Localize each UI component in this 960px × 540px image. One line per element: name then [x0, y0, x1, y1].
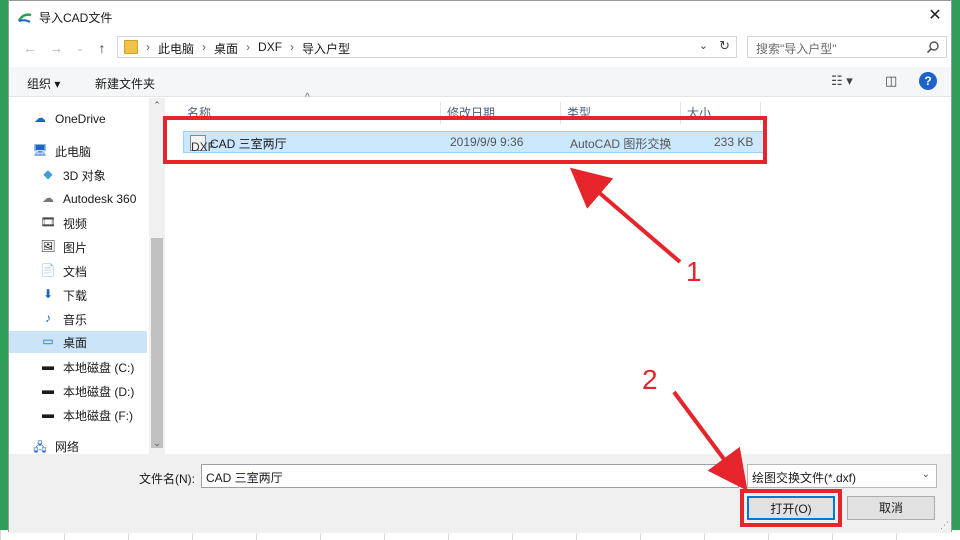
address-bar[interactable]: › 此电脑 › 桌面 › DXF › 导入户型 ⌄ ↻	[117, 36, 737, 58]
view-options-icon[interactable]: ☷ ▾	[831, 73, 853, 89]
chevron-down-icon[interactable]: ⌄	[922, 469, 930, 480]
sidebar-item-label: 图片	[63, 240, 88, 255]
sidebar-item-label: 下载	[63, 288, 88, 303]
breadcrumb-separator-icon: ›	[202, 40, 207, 54]
background-sheet-left	[0, 0, 8, 540]
cloud-icon: ☁	[34, 111, 46, 125]
annotation-box-open	[740, 489, 842, 527]
forward-arrow-icon[interactable]: →	[47, 39, 65, 57]
breadcrumb-separator-icon: ›	[290, 40, 295, 54]
annotation-box-file	[163, 116, 767, 164]
chevron-down-icon[interactable]: ⌄	[726, 469, 734, 480]
breadcrumb-item[interactable]: 桌面	[208, 40, 244, 57]
cloud-drive-icon: ☁	[42, 191, 54, 205]
sidebar-item-label: 音乐	[63, 312, 88, 327]
new-folder-button[interactable]: 新建文件夹	[95, 75, 155, 92]
recent-chevron-icon[interactable]: ⌄	[71, 39, 89, 57]
scroll-up-icon[interactable]: ⌃	[151, 100, 163, 114]
command-toolbar: 组织 ▾ 新建文件夹 ☷ ▾ ◫ ?	[9, 67, 951, 97]
back-arrow-icon[interactable]: ←	[21, 39, 39, 57]
address-dropdown-icon[interactable]: ⌄	[699, 39, 708, 52]
drive-icon: ▬	[42, 407, 54, 421]
sidebar-item-label: 文档	[63, 264, 88, 279]
sidebar-item-label: 3D 对象	[63, 168, 106, 183]
drive-icon: ▬	[42, 359, 54, 373]
annotation-number-1: 1	[686, 256, 702, 287]
search-placeholder: 搜索"导入户型"	[756, 42, 837, 56]
refresh-icon[interactable]: ↻	[719, 38, 730, 54]
desktop-icon: ▭	[42, 334, 54, 348]
breadcrumb-item[interactable]: 此电脑	[152, 40, 200, 57]
cancel-button[interactable]: 取消	[847, 496, 935, 520]
breadcrumb-item[interactable]: 导入户型	[296, 40, 356, 57]
music-icon: ♪	[45, 311, 51, 325]
breadcrumb-separator-icon: ›	[146, 40, 150, 54]
filename-field[interactable]: CAD 三室两厅 ⌄	[201, 464, 739, 488]
sidebar-item-label: 本地磁盘 (F:)	[63, 408, 133, 423]
sidebar-item-desktop[interactable]: ▭ 桌面	[9, 331, 147, 353]
resize-grip-icon[interactable]: ⋰	[940, 520, 949, 531]
filetype-value: 绘图交换文件(*.dxf)	[752, 471, 857, 485]
up-arrow-icon[interactable]: ↑	[93, 39, 111, 57]
download-icon: ⬇	[42, 287, 54, 301]
title-bar: 导入CAD文件 ✕	[9, 1, 951, 33]
address-row: ← → ⌄ ↑ › 此电脑 › 桌面 › DXF › 导入户型 ⌄ ↻ 搜索"导…	[9, 35, 951, 61]
video-icon: 🎞	[40, 215, 56, 229]
scroll-thumb[interactable]	[151, 238, 163, 448]
sidebar-item-label: 本地磁盘 (C:)	[63, 360, 135, 375]
picture-icon: 🖼	[40, 239, 56, 253]
scroll-down-icon[interactable]: ⌄	[151, 438, 163, 452]
filename-value: CAD 三室两厅	[206, 471, 283, 485]
annotation-number-2: 2	[642, 364, 658, 395]
sidebar-item-label: Autodesk 360	[63, 192, 137, 206]
background-sheet-right	[952, 0, 960, 540]
import-cad-dialog: 导入CAD文件 ✕ ← → ⌄ ↑ › 此电脑 › 桌面 › DXF › 导入户…	[8, 0, 952, 533]
breadcrumb: › 此电脑 › 桌面 › DXF › 导入户型	[144, 40, 356, 57]
network-icon: 🖧	[33, 440, 47, 454]
close-button[interactable]: ✕	[919, 1, 951, 31]
filetype-select[interactable]: 绘图交换文件(*.dxf) ⌄	[747, 464, 937, 488]
preview-pane-icon[interactable]: ◫	[885, 73, 897, 89]
sidebar-item-label: 网络	[55, 439, 80, 454]
sidebar-item-label: 视频	[63, 216, 88, 231]
folder-icon	[124, 40, 138, 54]
window-title: 导入CAD文件	[39, 11, 113, 25]
search-icon	[926, 41, 939, 54]
help-icon[interactable]: ?	[919, 72, 937, 90]
document-icon: 📄	[40, 263, 56, 277]
navigation-pane: ☁ OneDrive 🖥 此电脑 ◆ 3D 对象 ☁ Autodesk 360 …	[9, 98, 157, 454]
sidebar-item-label: 本地磁盘 (D:)	[63, 384, 135, 399]
breadcrumb-item[interactable]: DXF	[252, 40, 288, 57]
sidebar-item-label: 桌面	[63, 335, 88, 350]
organize-button[interactable]: 组织 ▾	[27, 75, 60, 92]
drive-icon: ▬	[42, 383, 54, 397]
sidebar-item-label: OneDrive	[55, 112, 106, 126]
computer-icon: 🖥	[32, 143, 48, 157]
filename-label: 文件名(N):	[139, 472, 195, 486]
sidebar-item-label: 此电脑	[55, 144, 92, 159]
cube-icon: ◆	[43, 167, 53, 181]
breadcrumb-separator-icon: ›	[246, 40, 251, 54]
app-logo-icon	[17, 13, 32, 23]
search-input[interactable]: 搜索"导入户型"	[747, 36, 947, 58]
